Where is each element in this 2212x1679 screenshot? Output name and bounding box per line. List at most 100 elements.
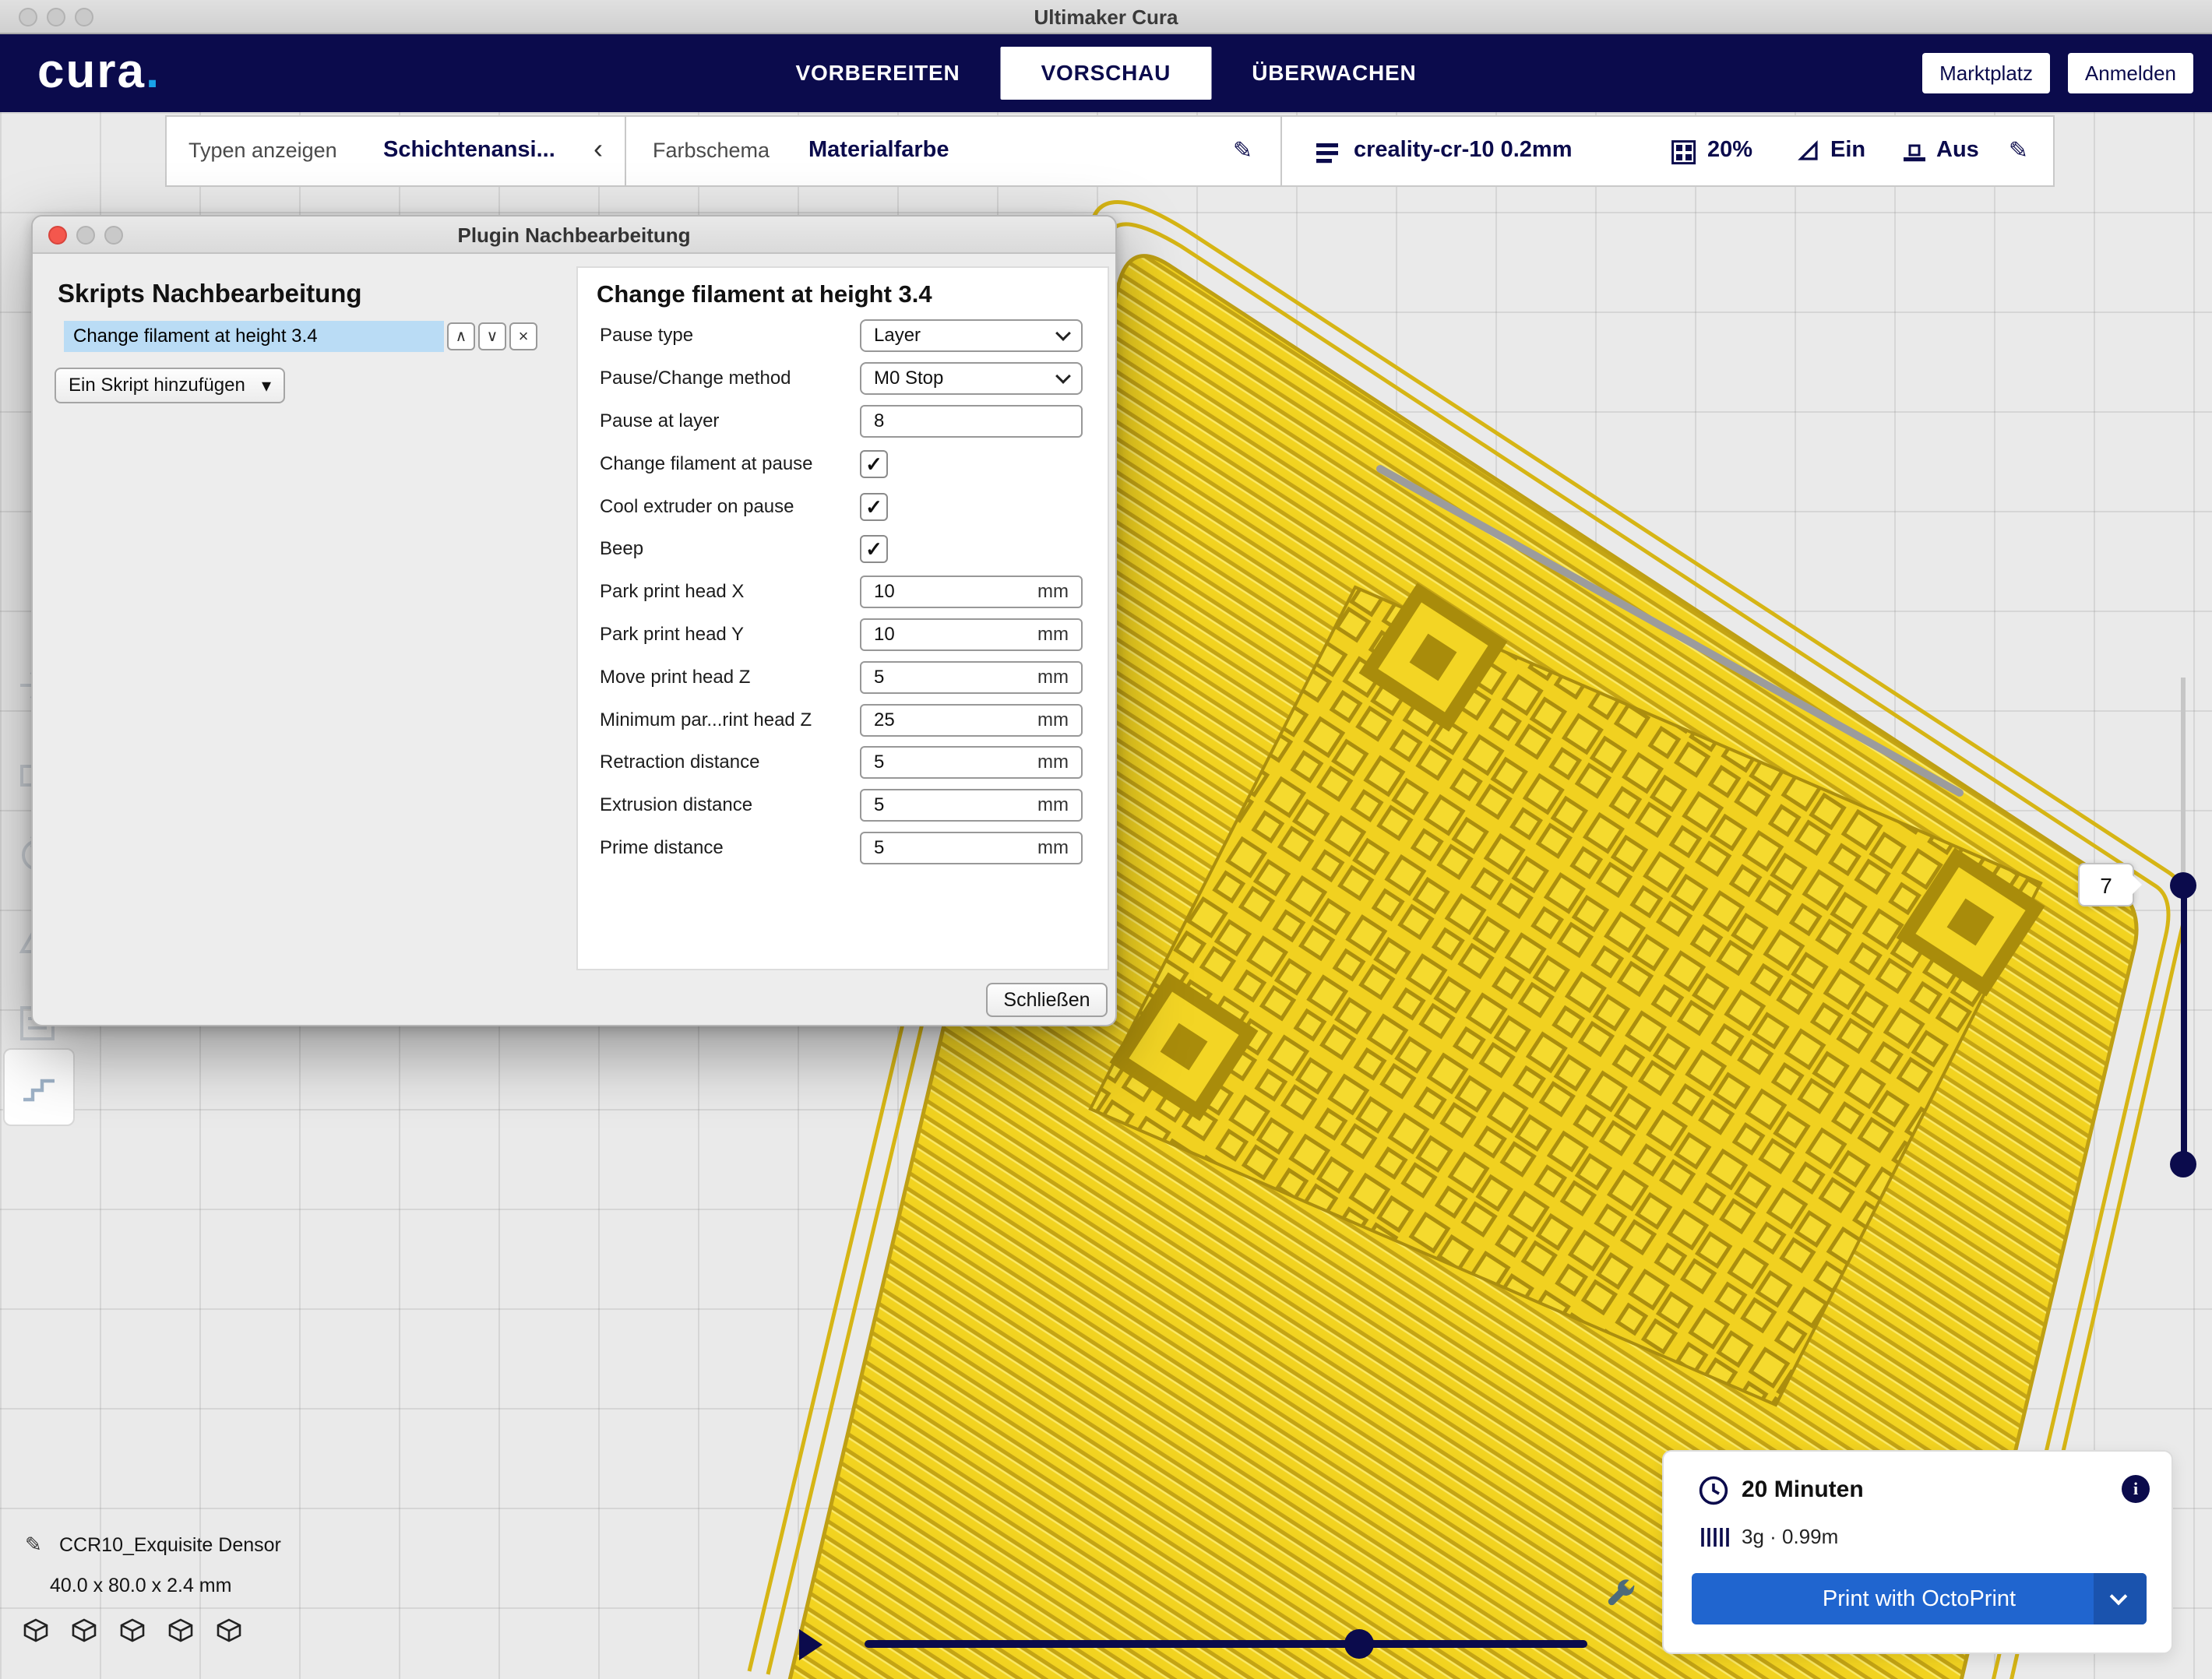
- field-select-pause-change-method[interactable]: M0 Stop: [860, 362, 1083, 395]
- marketplace-button[interactable]: Marktplatz: [1922, 53, 2050, 93]
- settings-row: Beep✓: [578, 528, 1108, 571]
- clock-icon: [1698, 1475, 1729, 1506]
- postprocessing-dialog: Plugin Nachbearbeitung Skripts Nachbearb…: [31, 215, 1117, 1026]
- wrench-icon[interactable]: [1601, 1578, 1639, 1615]
- field-checkbox-cool-extruder-on-pause[interactable]: ✓: [860, 493, 888, 521]
- field-label: Pause at layer: [600, 410, 860, 432]
- field-label: Change filament at pause: [600, 453, 860, 475]
- field-label: Cool extruder on pause: [600, 496, 860, 518]
- settings-row: Park print head Y10mm: [578, 614, 1108, 656]
- field-input-pause-at-layer[interactable]: 8: [860, 405, 1083, 438]
- color-scheme-label: Farbschema: [653, 139, 770, 163]
- tab-berwachen[interactable]: ÜBERWACHEN: [1211, 34, 1456, 112]
- settings-row: Pause typeLayer: [578, 315, 1108, 357]
- tab-vorschau[interactable]: VORSCHAU: [1001, 47, 1212, 100]
- view-type-value[interactable]: Schichtenansi...: [383, 137, 555, 163]
- cube-icon[interactable]: [215, 1617, 243, 1645]
- cube-icon[interactable]: [118, 1617, 146, 1645]
- selected-script-item[interactable]: Change filament at height 3.4: [64, 321, 444, 352]
- field-input-prime-distance[interactable]: 5mm: [860, 832, 1083, 864]
- printer-layers-icon: [1313, 139, 1341, 167]
- print-settings-card[interactable]: creality-cr-10 0.2mm 20% Ein Aus ✎: [1280, 115, 2055, 187]
- cura-logo: cura.: [37, 44, 160, 99]
- chevron-down-icon: [1055, 368, 1071, 384]
- script-settings-fields: Pause typeLayerPause/Change methodM0 Sto…: [578, 315, 1108, 869]
- field-input-move-print-head-z[interactable]: 5mm: [860, 661, 1083, 694]
- current-layer-tooltip: 7: [2078, 863, 2134, 906]
- field-input-park-print-head-x[interactable]: 10mm: [860, 576, 1083, 608]
- simulation-slider-track[interactable]: [865, 1640, 1587, 1648]
- cube-icon[interactable]: [22, 1617, 50, 1645]
- object-list-icons: [22, 1617, 243, 1645]
- settings-row: Cool extruder on pause✓: [578, 485, 1108, 528]
- field-label: Park print head Y: [600, 624, 860, 646]
- layer-slider-range[interactable]: [2181, 886, 2187, 1165]
- settings-row: Extrusion distance5mm: [578, 784, 1108, 827]
- adhesion-value[interactable]: Aus: [1936, 137, 1979, 163]
- tab-vorbereiten[interactable]: VORBEREITEN: [756, 34, 1001, 112]
- field-input-minimum-par-rint-head-z[interactable]: 25mm: [860, 704, 1083, 737]
- field-input-park-print-head-y[interactable]: 10mm: [860, 618, 1083, 651]
- field-label: Minimum par...rint head Z: [600, 709, 860, 731]
- field-input-retraction-distance[interactable]: 5mm: [860, 746, 1083, 779]
- layer-slider-handle-bottom[interactable]: [2170, 1151, 2196, 1177]
- layer-slider-track[interactable]: [2181, 678, 2186, 886]
- field-label: Move print head Z: [600, 667, 860, 688]
- printer-profile[interactable]: creality-cr-10 0.2mm: [1354, 137, 1573, 163]
- support-value[interactable]: Ein: [1830, 137, 1865, 163]
- print-with-octoprint-button[interactable]: Print with OctoPrint: [1692, 1573, 2147, 1624]
- cube-icon[interactable]: [70, 1617, 98, 1645]
- field-label: Park print head X: [600, 581, 860, 603]
- signin-button[interactable]: Anmelden: [2068, 53, 2193, 93]
- settings-heading: Change filament at height 3.4: [597, 280, 932, 308]
- edit-icon[interactable]: ✎: [1233, 137, 1252, 164]
- info-icon[interactable]: i: [2122, 1475, 2150, 1503]
- field-label: Beep: [600, 538, 860, 560]
- print-button-label: Print with OctoPrint: [1823, 1586, 2016, 1612]
- model-name: CCR10_Exquisite Densor: [59, 1534, 281, 1557]
- main-header: cura. VORBEREITENVORSCHAUÜBERWACHEN Mark…: [0, 34, 2212, 112]
- field-label: Extrusion distance: [600, 794, 860, 816]
- adhesion-icon: [1902, 140, 1927, 165]
- field-label: Retraction distance: [600, 752, 860, 773]
- color-scheme-value[interactable]: Materialfarbe: [808, 137, 949, 163]
- field-select-pause-type[interactable]: Layer: [860, 319, 1083, 352]
- move-script-down-button[interactable]: ∨: [478, 322, 506, 350]
- window-titlebar: Ultimaker Cura: [0, 0, 2212, 34]
- tool-support-blocker[interactable]: [3, 1048, 75, 1126]
- script-settings-panel: Change filament at height 3.4 Pause type…: [576, 266, 1109, 970]
- settings-row: Move print head Z5mm: [578, 656, 1108, 699]
- simulation-slider-handle[interactable]: [1344, 1629, 1374, 1659]
- dialog-titlebar[interactable]: Plugin Nachbearbeitung: [33, 216, 1115, 254]
- edit-icon[interactable]: ✎: [2009, 137, 2028, 164]
- print-job-panel: 20 Minuten i 3g · 0.99m Print with OctoP…: [1662, 1450, 2173, 1654]
- print-options-chevron[interactable]: [2094, 1573, 2147, 1624]
- dialog-title: Plugin Nachbearbeitung: [33, 216, 1115, 254]
- cube-icon[interactable]: [167, 1617, 195, 1645]
- field-label: Pause/Change method: [600, 368, 860, 389]
- color-scheme-card[interactable]: Farbschema Materialfarbe ✎: [625, 115, 1282, 187]
- view-type-label: Typen anzeigen: [188, 139, 337, 163]
- move-script-up-button[interactable]: ∧: [447, 322, 475, 350]
- close-dialog-button[interactable]: Schließen: [986, 983, 1108, 1017]
- chevron-down-icon: [1055, 326, 1071, 341]
- view-type-card[interactable]: Typen anzeigen Schichtenansi... ‹: [165, 115, 626, 187]
- field-input-extrusion-distance[interactable]: 5mm: [860, 789, 1083, 822]
- layer-slider-handle-top[interactable]: [2170, 872, 2196, 899]
- settings-row: Minimum par...rint head Z25mm: [578, 699, 1108, 741]
- play-button[interactable]: [799, 1629, 822, 1660]
- dropdown-arrow-icon: ▾: [262, 375, 271, 397]
- app-window: Ultimaker Cura cura. VORBEREITENVORSCHAU…: [0, 0, 2212, 1679]
- remove-script-button[interactable]: ×: [509, 322, 537, 350]
- field-checkbox-change-filament-at-pause[interactable]: ✓: [860, 450, 888, 478]
- infill-value[interactable]: 20%: [1707, 137, 1752, 163]
- stairs-icon: [17, 1065, 61, 1109]
- field-checkbox-beep[interactable]: ✓: [860, 535, 888, 563]
- settings-row: Retraction distance5mm: [578, 741, 1108, 784]
- field-label: Pause type: [600, 325, 860, 347]
- infill-icon: [1671, 140, 1696, 165]
- add-script-button[interactable]: Ein Skript hinzufügen ▾: [55, 368, 285, 403]
- rename-model-icon[interactable]: ✎: [25, 1533, 42, 1557]
- settings-row: Prime distance5mm: [578, 827, 1108, 870]
- collapse-panel-icon[interactable]: ‹: [594, 132, 603, 165]
